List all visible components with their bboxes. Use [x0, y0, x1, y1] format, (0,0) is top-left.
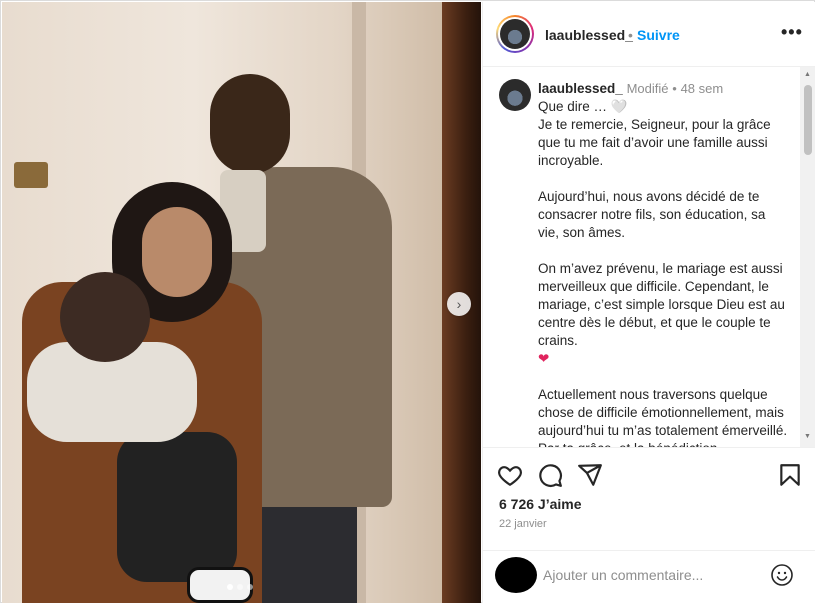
caption-area[interactable]: laaublessed_ Modifié • 48 sem Que dire …… [483, 67, 815, 447]
emoji-icon[interactable] [770, 563, 794, 587]
caption-separator: • [672, 81, 677, 96]
carousel-dots [227, 584, 253, 590]
like-count[interactable]: 6 726 J’aime [499, 496, 582, 512]
comment-input[interactable]: Ajouter un commentaire... [543, 567, 703, 583]
post-date[interactable]: 22 janvier [499, 518, 547, 530]
heart-emoji: ❤ [538, 351, 550, 366]
caption-username[interactable]: laaublessed_ [538, 81, 623, 96]
carousel-dot [247, 584, 253, 590]
baby-head [60, 272, 150, 362]
caption-edited-label: Modifié [626, 81, 669, 96]
current-user-avatar [495, 557, 537, 593]
share-icon[interactable] [577, 462, 603, 488]
add-comment-bar: Ajouter un commentaire... [483, 550, 815, 604]
door-latch [14, 162, 48, 188]
follow-button[interactable]: Suivre [637, 27, 680, 43]
scroll-down-icon[interactable]: ▼ [804, 433, 811, 440]
post-header: laaublessed_ • Suivre ••• [483, 2, 815, 67]
comment-icon[interactable] [537, 462, 563, 488]
chevron-right-icon: › [456, 296, 462, 312]
carousel-dot [237, 584, 243, 590]
header-separator: • [628, 27, 633, 43]
caption-scrollbar[interactable]: ▲ ▼ [800, 67, 815, 447]
author-avatar[interactable] [496, 15, 534, 53]
post-photo[interactable]: › [2, 2, 481, 603]
caption-avatar[interactable] [499, 79, 531, 111]
carousel-dot [227, 584, 233, 590]
next-slide-button[interactable]: › [447, 292, 471, 316]
author-username[interactable]: laaublessed_ [545, 27, 633, 43]
post-window: › laaublessed_ • Suivre ••• laaublessed_… [0, 0, 815, 603]
caption-body-2: Actuellement nous traversons quelque cho… [538, 387, 788, 447]
woman-face [142, 207, 212, 297]
scroll-up-icon[interactable]: ▲ [804, 71, 811, 78]
caption-age[interactable]: 48 sem [681, 81, 724, 96]
more-options-icon[interactable]: ••• [781, 22, 803, 43]
baby-legs [117, 432, 237, 582]
save-icon[interactable] [777, 462, 803, 488]
post-side-panel: laaublessed_ • Suivre ••• laaublessed_ M… [482, 2, 815, 603]
man-head [210, 74, 290, 174]
scroll-thumb[interactable] [804, 85, 812, 155]
avatar-image [500, 19, 530, 49]
caption: laaublessed_ Modifié • 48 sem Que dire …… [538, 80, 788, 447]
caption-body-continued [538, 368, 788, 386]
caption-body: Que dire … 🤍 Je te remercie, Seigneur, p… [538, 99, 785, 348]
like-icon[interactable] [497, 462, 523, 488]
